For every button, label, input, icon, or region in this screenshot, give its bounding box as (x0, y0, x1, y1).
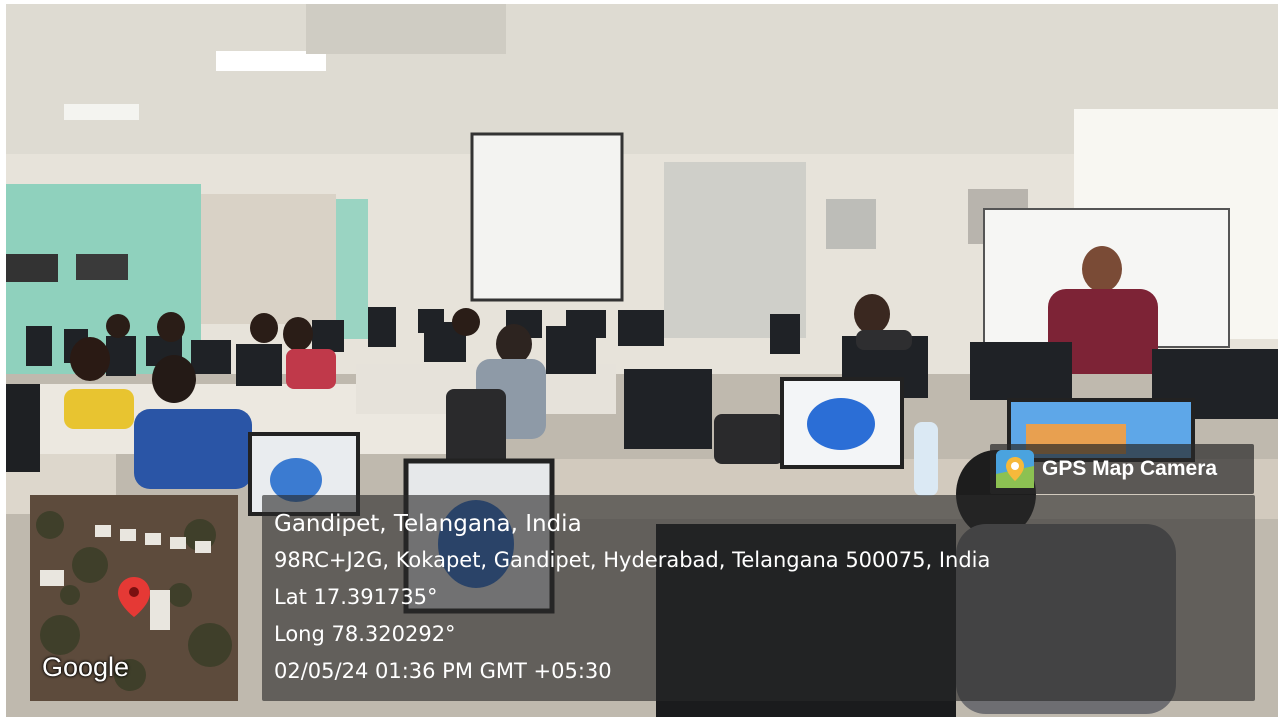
location-address: 98RC+J2G, Kokapet, Gandipet, Hyderabad, … (274, 548, 991, 572)
projector-screen (470, 132, 624, 302)
gps-map-camera-app-icon (996, 450, 1034, 488)
water-bottle (914, 422, 938, 496)
longitude: Long 78.320292° (274, 622, 456, 646)
window-blind (664, 162, 806, 338)
poster (76, 254, 128, 280)
poster (6, 254, 58, 282)
google-logo: Google (42, 652, 130, 682)
timestamp: 02/05/24 01:36 PM GMT +05:30 (274, 659, 612, 683)
instructor-head (1082, 246, 1122, 292)
monitor-left (6, 384, 40, 472)
ceiling-light (64, 104, 139, 120)
location-overlay: Gandipet, Telangana, India 98RC+J2G, Kok… (262, 495, 1255, 701)
chair (714, 414, 784, 464)
wall-panel (826, 199, 876, 249)
blinds (201, 194, 336, 324)
location-title: Gandipet, Telangana, India (274, 511, 582, 537)
gps-map-camera-badge: GPS Map Camera (990, 444, 1254, 494)
ac-vent (306, 4, 506, 54)
latitude: Lat 17.391735° (274, 585, 438, 609)
chair (446, 389, 506, 469)
gps-map-camera-label: GPS Map Camera (1042, 457, 1218, 480)
map-thumbnail: Google (30, 495, 238, 701)
teal-wall (336, 199, 368, 339)
